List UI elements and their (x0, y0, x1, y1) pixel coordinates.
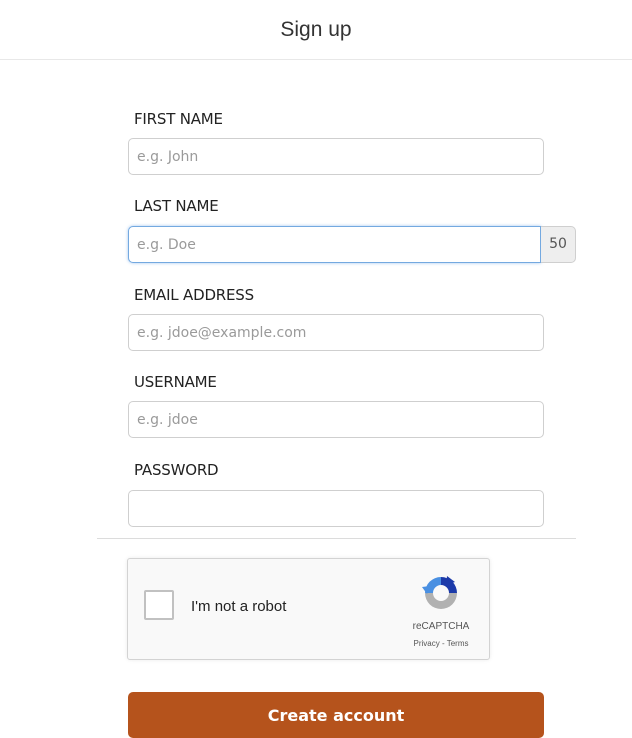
email-label: EMAIL ADDRESS (134, 286, 254, 304)
password-input[interactable] (128, 490, 544, 527)
recaptcha-links[interactable]: Privacy - Terms (396, 639, 486, 648)
page-title: Sign up (0, 0, 632, 60)
username-input[interactable] (128, 401, 544, 438)
email-input[interactable] (128, 314, 544, 351)
last-name-label: LAST NAME (134, 197, 219, 215)
recaptcha-brand: reCAPTCHA (412, 621, 470, 632)
create-account-button[interactable]: Create account (128, 692, 544, 738)
recaptcha-checkbox[interactable] (144, 590, 174, 620)
username-label: USERNAME (134, 373, 217, 391)
recaptcha-logo-icon (422, 576, 457, 609)
recaptcha-widget: I'm not a robot reCAPTCHA Privacy - Term… (127, 558, 490, 660)
form-divider (97, 538, 576, 539)
last-name-char-counter: 50 (541, 226, 576, 263)
recaptcha-label: I'm not a robot (191, 598, 287, 615)
last-name-input[interactable] (128, 226, 541, 263)
first-name-input[interactable] (128, 138, 544, 175)
first-name-label: FIRST NAME (134, 110, 223, 128)
password-label: PASSWORD (134, 461, 219, 479)
